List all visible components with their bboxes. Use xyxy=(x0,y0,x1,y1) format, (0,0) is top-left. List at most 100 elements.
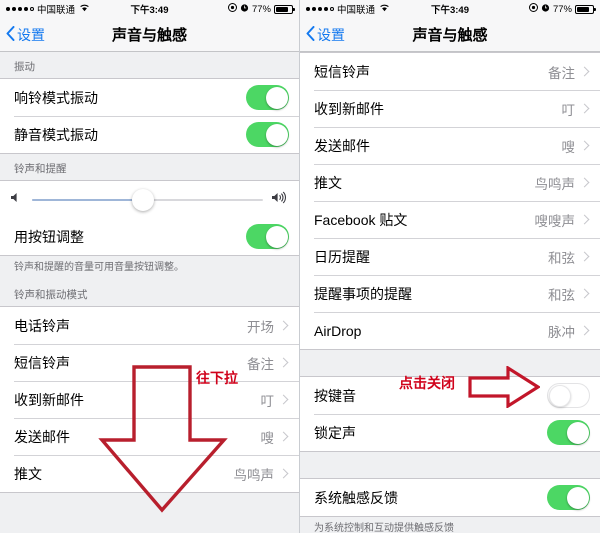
navigation-bar: 设置 声音与触感 xyxy=(0,18,299,52)
toggle-change-with-buttons[interactable] xyxy=(246,224,289,249)
row-label: 响铃模式振动 xyxy=(14,89,98,106)
toggle-keyboard-clicks[interactable] xyxy=(547,383,590,408)
speaker-high-icon xyxy=(271,191,289,209)
volume-slider[interactable] xyxy=(32,188,263,211)
chevron-right-icon xyxy=(278,394,289,405)
section-footer-ringer-alerts: 铃声和提醒的音量可用音量按钮调整。 xyxy=(0,256,299,280)
section-group-ringer-alerts: 用按钮调整 xyxy=(0,180,299,256)
row-tweet[interactable]: 推文 鸟鸣声 xyxy=(0,455,299,492)
row-label: 静音模式振动 xyxy=(14,126,98,143)
row-airdrop[interactable]: AirDrop 脉冲 xyxy=(300,312,600,349)
toggle-system-haptics[interactable] xyxy=(547,485,590,510)
row-value: 开场 xyxy=(247,319,274,335)
row-sent-mail[interactable]: 发送邮件 嗖 xyxy=(0,418,299,455)
alarm-clock-icon xyxy=(541,3,550,15)
row-text-tone[interactable]: 短信铃声 备注 xyxy=(0,344,299,381)
row-label: Facebook 贴文 xyxy=(314,211,408,228)
row-value: 叮 xyxy=(561,102,576,118)
row-label: AirDrop xyxy=(314,322,362,339)
status-bar: 中国联通 下午3:49 77% xyxy=(0,0,299,18)
battery-icon xyxy=(274,4,295,14)
row-change-with-buttons[interactable]: 用按钮调整 xyxy=(0,218,299,255)
section-gap xyxy=(300,452,600,478)
row-facebook-post[interactable]: Facebook 贴文 嗖嗖声 xyxy=(300,201,600,238)
settings-list-left[interactable]: 振动 响铃模式振动 静音模式振动 铃声和提醒 用按钮调整 铃声和提醒的音量可用音… xyxy=(0,52,299,533)
settings-list-right[interactable]: 短信铃声 备注 收到新邮件 叮 发送邮件 嗖 推文 鸟鸣声 Facebook 贴… xyxy=(300,52,600,533)
row-value: 叮 xyxy=(260,393,275,409)
row-ringer-volume[interactable] xyxy=(0,181,299,218)
status-bar-left: 中国联通 xyxy=(306,2,390,16)
dual-screenshot-comparison: 中国联通 下午3:49 77% 设置 声音与触感 振动 响铃模式振动 静音模式振… xyxy=(0,0,600,533)
row-new-mail[interactable]: 收到新邮件 叮 xyxy=(0,381,299,418)
row-label: 短信铃声 xyxy=(314,63,370,80)
battery-icon xyxy=(575,4,596,14)
row-label: 系统触感反馈 xyxy=(314,489,398,506)
toggle-lock-sound[interactable] xyxy=(547,420,590,445)
carrier-label: 中国联通 xyxy=(37,5,76,16)
battery-percent-label: 77% xyxy=(251,3,271,15)
row-label: 推文 xyxy=(14,465,42,482)
row-label: 用按钮调整 xyxy=(14,228,84,245)
row-ring-vibrate[interactable]: 响铃模式振动 xyxy=(0,79,299,116)
row-label: 收到新邮件 xyxy=(314,100,384,117)
chevron-right-icon xyxy=(278,320,289,331)
row-lock-sound[interactable]: 锁定声 xyxy=(300,414,600,451)
back-button[interactable]: 设置 xyxy=(0,25,45,45)
section-header-vibrate: 振动 xyxy=(0,52,299,78)
row-label: 日历提醒 xyxy=(314,248,370,265)
row-value: 嗖嗖声 xyxy=(534,213,576,229)
row-value: 脉冲 xyxy=(548,324,575,340)
status-bar-right: 77% xyxy=(227,3,295,15)
carrier-label: 中国联通 xyxy=(337,5,376,16)
navigation-bar: 设置 声音与触感 xyxy=(300,18,600,52)
chevron-right-icon xyxy=(579,325,590,336)
rotation-lock-icon xyxy=(528,3,538,15)
row-label: 发送邮件 xyxy=(14,428,70,445)
section-footer-system-haptics: 为系统控制和互动提供触感反馈 xyxy=(300,517,600,533)
chevron-right-icon xyxy=(278,468,289,479)
row-reminder-alert[interactable]: 提醒事项的提醒 和弦 xyxy=(300,275,600,312)
chevron-right-icon xyxy=(579,288,590,299)
section-header-sounds-patterns: 铃声和振动模式 xyxy=(0,280,299,306)
row-calendar-alert[interactable]: 日历提醒 和弦 xyxy=(300,238,600,275)
right-phone-screen: 中国联通 下午3:49 77% 设置 声音与触感 短信铃声 备注 收到新邮件 叮… xyxy=(300,0,600,533)
wifi-icon xyxy=(79,3,90,15)
annotation-tap-to-disable-label: 点击关闭 xyxy=(399,375,455,391)
status-bar: 中国联通 下午3:49 77% xyxy=(300,0,600,18)
rotation-lock-icon xyxy=(227,3,237,15)
chevron-right-icon xyxy=(579,214,590,225)
row-label: 电话铃声 xyxy=(14,317,70,334)
row-value: 备注 xyxy=(247,356,274,372)
row-label: 提醒事项的提醒 xyxy=(314,285,412,302)
row-silent-vibrate[interactable]: 静音模式振动 xyxy=(0,116,299,153)
row-tweet[interactable]: 推文 鸟鸣声 xyxy=(300,164,600,201)
row-label: 锁定声 xyxy=(314,424,356,441)
row-text-tone[interactable]: 短信铃声 备注 xyxy=(300,53,600,90)
row-value: 鸟鸣声 xyxy=(233,467,275,483)
chevron-right-icon xyxy=(579,140,590,151)
left-phone-screen: 中国联通 下午3:49 77% 设置 声音与触感 振动 响铃模式振动 静音模式振… xyxy=(0,0,300,533)
section-group-vibrate: 响铃模式振动 静音模式振动 xyxy=(0,78,299,154)
back-button-label: 设置 xyxy=(317,26,345,43)
page-title: 声音与触感 xyxy=(412,27,488,44)
back-button[interactable]: 设置 xyxy=(300,25,345,45)
row-ringtone[interactable]: 电话铃声 开场 xyxy=(0,307,299,344)
row-label: 收到新邮件 xyxy=(14,391,84,408)
row-sent-mail[interactable]: 发送邮件 嗖 xyxy=(300,127,600,164)
signal-strength-icon xyxy=(6,7,34,11)
row-value: 鸟鸣声 xyxy=(534,176,576,192)
row-value: 和弦 xyxy=(548,287,575,303)
battery-percent-label: 77% xyxy=(552,3,572,15)
section-group-sounds-patterns: 短信铃声 备注 收到新邮件 叮 发送邮件 嗖 推文 鸟鸣声 Facebook 贴… xyxy=(300,52,600,350)
row-value: 备注 xyxy=(548,65,575,81)
chevron-right-icon xyxy=(579,251,590,262)
speaker-low-icon xyxy=(10,191,24,209)
chevron-left-icon xyxy=(6,25,15,44)
row-system-haptics[interactable]: 系统触感反馈 xyxy=(300,479,600,516)
signal-strength-icon xyxy=(306,7,334,11)
row-new-mail[interactable]: 收到新邮件 叮 xyxy=(300,90,600,127)
toggle-silent-vibrate[interactable] xyxy=(246,122,289,147)
toggle-ring-vibrate[interactable] xyxy=(246,85,289,110)
row-value: 和弦 xyxy=(548,250,575,266)
section-group-sounds-patterns: 电话铃声 开场 短信铃声 备注 收到新邮件 叮 发送邮件 嗖 推文 鸟鸣声 xyxy=(0,306,299,493)
